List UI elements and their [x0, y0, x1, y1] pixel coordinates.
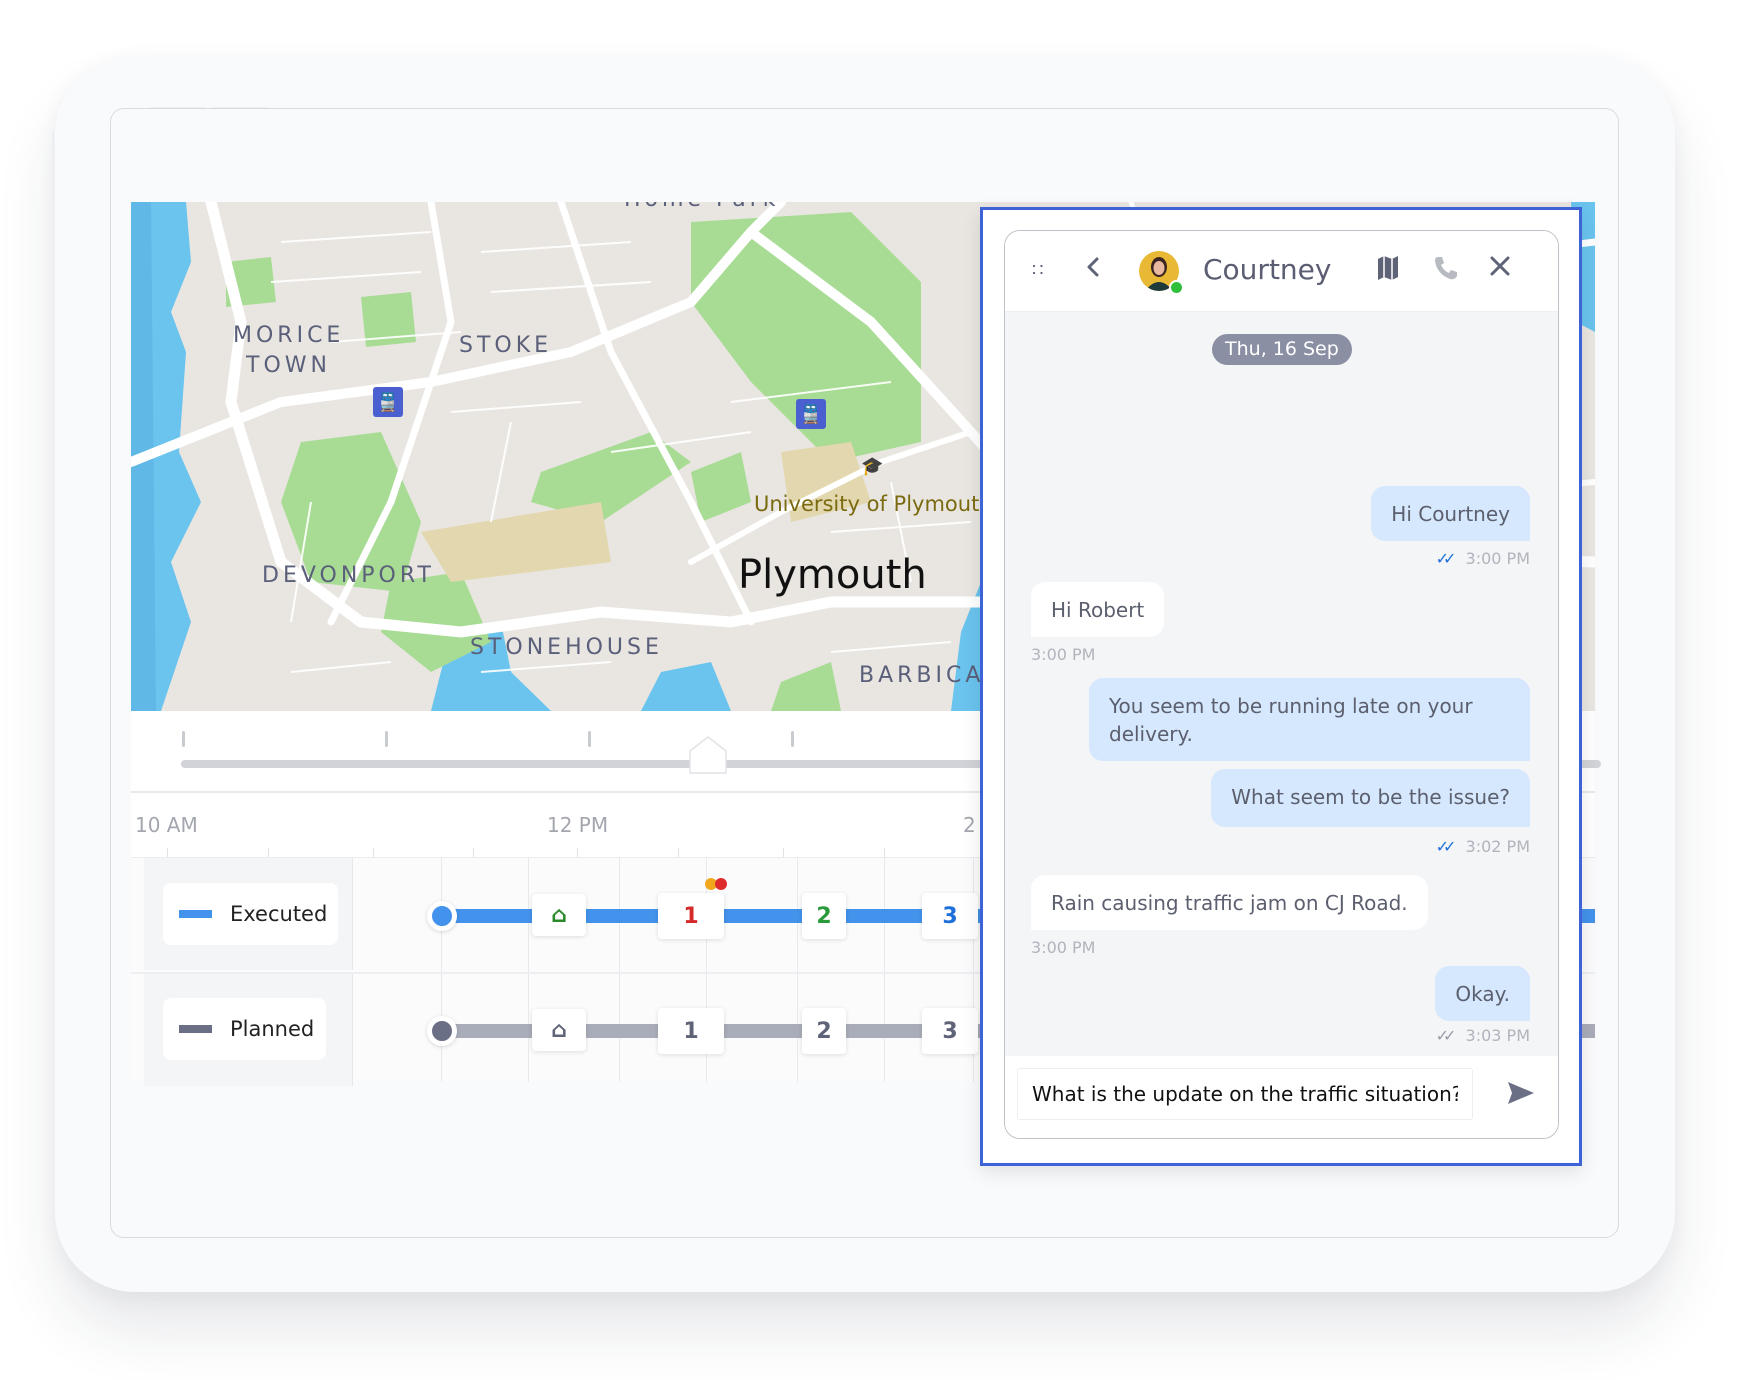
- axis-tick: [884, 848, 885, 857]
- stop-number: 2: [816, 1018, 832, 1044]
- axis-label: 12 PM: [547, 813, 609, 837]
- tablet-side-button: [52, 130, 54, 198]
- read-receipt-icon: ✓✓: [1435, 549, 1457, 568]
- chat-window: ∷ Courtney Thu, 16 Sep Hi Courtney ✓✓ 3:…: [1004, 230, 1559, 1139]
- home-icon: ⌂: [551, 902, 567, 928]
- chat-input-bar: [1005, 1056, 1558, 1138]
- axis-tick: [167, 848, 168, 857]
- chat-panel-selection: ∷ Courtney Thu, 16 Sep Hi Courtney ✓✓ 3:…: [980, 207, 1582, 1166]
- home-stop[interactable]: ⌂: [532, 894, 586, 936]
- online-status-dot: [1169, 280, 1184, 295]
- axis-tick: [268, 848, 269, 857]
- map-label-university: University of Plymout: [754, 492, 980, 516]
- stop-number: 3: [942, 903, 958, 929]
- drag-handle-icon[interactable]: ∷: [1032, 256, 1043, 284]
- stop-2[interactable]: 2: [802, 1008, 846, 1054]
- axis-tick: [678, 848, 679, 857]
- map-label-stoke: STOKE: [459, 333, 553, 358]
- home-stop[interactable]: ⌂: [532, 1009, 586, 1051]
- stop-number: 1: [683, 1018, 699, 1044]
- home-icon: ⌂: [551, 1017, 567, 1043]
- alert-dot-error[interactable]: [715, 878, 727, 890]
- back-chevron-icon[interactable]: [1085, 253, 1101, 288]
- message-meta: ✓✓ 3:03 PM: [1436, 1026, 1530, 1045]
- axis-tick: [373, 848, 374, 857]
- stop-number: 2: [816, 903, 832, 929]
- message-outgoing[interactable]: What seem to be the issue?: [1211, 769, 1530, 827]
- slider-tick: [588, 731, 591, 747]
- map-label-stonehouse: STONEHOUSE: [470, 635, 663, 660]
- legend-executed[interactable]: Executed: [163, 883, 338, 945]
- contact-name: Courtney: [1203, 253, 1332, 286]
- slider-tick: [182, 731, 185, 747]
- phone-icon[interactable]: [1433, 255, 1459, 288]
- map-label-home-park: Home Park: [624, 202, 780, 214]
- stop-number: 1: [683, 903, 699, 929]
- message-time: 3:00 PM: [1465, 549, 1530, 568]
- message-time: 3:00 PM: [1031, 645, 1096, 664]
- stop-2[interactable]: 2: [802, 893, 846, 939]
- stop-1[interactable]: 1: [658, 1008, 724, 1054]
- map-label-morice: MORICE: [233, 323, 345, 348]
- message-incoming[interactable]: Hi Robert: [1031, 582, 1165, 637]
- train-station-icon[interactable]: 🚆: [796, 399, 826, 429]
- legend-label: Executed: [230, 902, 328, 926]
- stop-3[interactable]: 3: [922, 1008, 978, 1054]
- message-meta: ✓✓ 3:00 PM: [1436, 549, 1530, 568]
- axis-label: 10 AM: [135, 813, 198, 837]
- delivered-receipt-icon: ✓✓: [1435, 1026, 1457, 1045]
- legend-swatch: [179, 910, 212, 918]
- legend-label: Planned: [230, 1017, 315, 1041]
- message-incoming[interactable]: Rain causing traffic jam on CJ Road.: [1031, 875, 1428, 930]
- start-point[interactable]: [427, 1016, 457, 1046]
- chat-header: ∷ Courtney: [1005, 231, 1558, 312]
- stop-number: 3: [942, 1018, 958, 1044]
- message-time: 3:02 PM: [1465, 837, 1530, 856]
- message-meta: ✓✓ 3:02 PM: [1436, 837, 1530, 856]
- date-separator: Thu, 16 Sep: [1212, 334, 1352, 365]
- train-station-icon[interactable]: 🚆: [373, 387, 403, 417]
- stop-1[interactable]: 1: [658, 893, 724, 939]
- stop-3[interactable]: 3: [922, 893, 978, 939]
- read-receipt-icon: ✓✓: [1435, 837, 1457, 856]
- message-outgoing[interactable]: Okay.: [1435, 966, 1530, 1021]
- axis-tick: [473, 848, 474, 857]
- map-icon[interactable]: [1377, 255, 1399, 288]
- map-label-devonport: DEVONPORT: [262, 563, 435, 588]
- axis-tick: [783, 848, 784, 857]
- message-outgoing[interactable]: You seem to be running late on your deli…: [1089, 678, 1530, 761]
- slider-tick: [385, 731, 388, 747]
- start-point[interactable]: [427, 901, 457, 931]
- axis-tick: [577, 848, 578, 857]
- legend-planned[interactable]: Planned: [163, 998, 326, 1060]
- map-label-barbican: BARBICA: [859, 663, 985, 688]
- slider-thumb[interactable]: [688, 735, 728, 775]
- university-icon: 🎓: [861, 456, 884, 476]
- message-outgoing[interactable]: Hi Courtney: [1371, 486, 1530, 541]
- map-label-plymouth: Plymouth: [738, 552, 927, 598]
- message-time: 3:00 PM: [1031, 938, 1096, 957]
- map-label-town: TOWN: [246, 353, 331, 378]
- message-input[interactable]: [1017, 1068, 1473, 1120]
- axis-label: 2: [963, 813, 976, 837]
- close-icon[interactable]: [1489, 255, 1511, 284]
- legend-swatch: [179, 1025, 212, 1033]
- send-icon[interactable]: [1506, 1078, 1536, 1108]
- message-time: 3:03 PM: [1465, 1026, 1530, 1045]
- slider-tick: [791, 731, 794, 747]
